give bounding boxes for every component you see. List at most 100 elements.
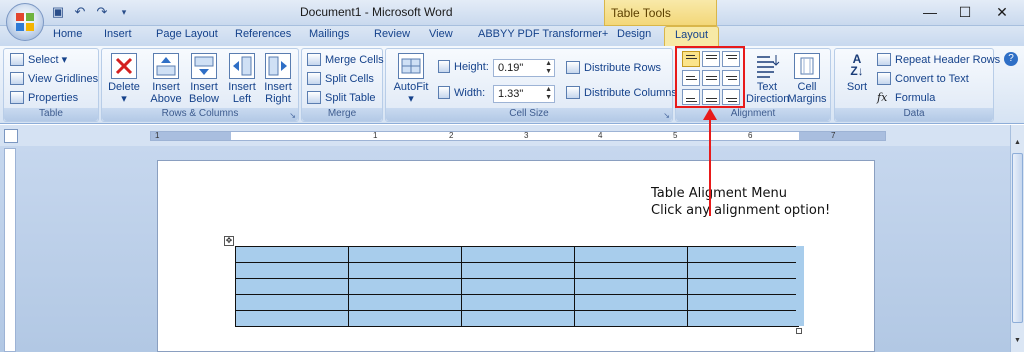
merge-cells-button[interactable]: Merge Cells bbox=[307, 53, 384, 66]
insert-right-button[interactable]: Insert Right bbox=[260, 53, 296, 105]
scroll-up-icon[interactable]: ▲ bbox=[1012, 139, 1023, 151]
scrollbar-thumb[interactable] bbox=[1012, 153, 1023, 323]
height-label: Height: bbox=[438, 60, 489, 73]
vertical-scrollbar[interactable]: ▲ ▼ bbox=[1010, 125, 1024, 352]
tab-mailings[interactable]: Mailings bbox=[309, 28, 349, 40]
delete-button[interactable]: Delete ▾ bbox=[106, 53, 142, 105]
horizontal-ruler[interactable]: 1 1 2 3 4 5 6 7 bbox=[150, 131, 886, 141]
dialog-launcher-icon[interactable]: ↘ bbox=[289, 111, 296, 120]
insert-above-button[interactable]: Insert Above bbox=[148, 53, 184, 105]
table-row bbox=[235, 278, 799, 295]
tab-insert[interactable]: Insert bbox=[104, 28, 132, 40]
table-cell[interactable] bbox=[348, 294, 462, 311]
customize-qat-icon[interactable]: ▾ bbox=[116, 4, 132, 20]
convert-to-text-button[interactable]: Convert to Text bbox=[877, 72, 969, 85]
cell-margins-icon bbox=[794, 53, 820, 79]
autofit-icon bbox=[398, 53, 424, 79]
table-cell[interactable] bbox=[574, 246, 688, 263]
table-cell[interactable] bbox=[687, 262, 799, 279]
column-width-icon bbox=[438, 86, 450, 99]
table-cell[interactable] bbox=[687, 310, 799, 327]
table-cell[interactable] bbox=[348, 310, 462, 327]
table-row bbox=[235, 262, 799, 279]
office-button[interactable] bbox=[6, 3, 44, 41]
split-table-button[interactable]: Split Table bbox=[307, 91, 376, 104]
width-input[interactable]: 1.33" ▲ ▼ bbox=[493, 85, 555, 103]
table-cell[interactable] bbox=[687, 246, 799, 263]
tab-view[interactable]: View bbox=[429, 28, 453, 40]
table-cell[interactable] bbox=[687, 278, 799, 295]
table-cell[interactable] bbox=[687, 294, 799, 311]
view-gridlines-button[interactable]: View Gridlines bbox=[10, 72, 98, 85]
ribbon: Select ▾ View Gridlines Properties Table… bbox=[0, 46, 1024, 124]
split-table-icon bbox=[307, 91, 321, 104]
group-label-merge: Merge bbox=[302, 108, 382, 121]
insert-left-button[interactable]: Insert Left bbox=[224, 53, 260, 105]
insert-below-button[interactable]: Insert Below bbox=[186, 53, 222, 105]
table-cell[interactable] bbox=[574, 294, 688, 311]
merge-cells-icon bbox=[307, 53, 321, 66]
repeat-header-rows-button[interactable]: Repeat Header Rows bbox=[877, 53, 1000, 66]
text-direction-button[interactable]: Text Direction bbox=[746, 53, 789, 105]
tab-home[interactable]: Home bbox=[53, 28, 82, 40]
table-cell[interactable] bbox=[574, 310, 688, 327]
tab-references[interactable]: References bbox=[235, 28, 291, 40]
properties-icon bbox=[10, 91, 24, 104]
table-cell[interactable] bbox=[461, 310, 575, 327]
tab-page-layout[interactable]: Page Layout bbox=[156, 28, 218, 40]
dialog-launcher-icon[interactable]: ↘ bbox=[663, 111, 670, 120]
quick-access-toolbar: ▣ ↶ ↷ ▾ bbox=[50, 4, 132, 20]
insert-below-icon bbox=[191, 53, 217, 79]
table-cell[interactable] bbox=[348, 246, 462, 263]
table-cell[interactable] bbox=[574, 262, 688, 279]
formula-button[interactable]: fx Formula bbox=[877, 91, 935, 104]
table-resize-handle-icon[interactable] bbox=[796, 328, 802, 334]
office-logo-icon bbox=[16, 13, 34, 31]
table-cell[interactable] bbox=[235, 310, 349, 327]
table-cell[interactable] bbox=[235, 246, 349, 263]
properties-button[interactable]: Properties bbox=[10, 91, 78, 104]
table-cell[interactable] bbox=[461, 246, 575, 263]
distribute-rows-button[interactable]: Distribute Rows bbox=[566, 61, 661, 74]
tab-layout[interactable]: Layout bbox=[664, 26, 720, 46]
help-icon[interactable]: ? bbox=[1004, 52, 1018, 66]
autofit-button[interactable]: AutoFit ▾ bbox=[390, 53, 432, 105]
select-button[interactable]: Select ▾ bbox=[10, 53, 67, 66]
minimize-button[interactable]: — bbox=[920, 4, 940, 20]
table-cell[interactable] bbox=[348, 278, 462, 295]
group-table: Select ▾ View Gridlines Properties Table bbox=[3, 48, 99, 122]
row-height-icon bbox=[438, 60, 450, 73]
redo-icon[interactable]: ↷ bbox=[94, 4, 110, 20]
height-spinner-icon[interactable]: ▲ ▼ bbox=[545, 60, 552, 76]
width-spinner-icon[interactable]: ▲ ▼ bbox=[545, 86, 552, 102]
scroll-down-icon[interactable]: ▼ bbox=[1012, 337, 1023, 349]
table-cell[interactable] bbox=[461, 278, 575, 295]
vertical-ruler[interactable] bbox=[4, 148, 16, 352]
table-cell[interactable] bbox=[235, 278, 349, 295]
sort-button[interactable]: A Z↓ Sort bbox=[839, 53, 875, 93]
table-cell[interactable] bbox=[461, 294, 575, 311]
table-cell[interactable] bbox=[235, 294, 349, 311]
group-merge: Merge Cells Split Cells Split Table Merg… bbox=[301, 48, 384, 122]
tab-review[interactable]: Review bbox=[374, 28, 410, 40]
table-cell[interactable] bbox=[235, 262, 349, 279]
maximize-button[interactable]: ☐ bbox=[955, 4, 975, 21]
cell-margins-button[interactable]: Cell Margins bbox=[786, 53, 828, 105]
tab-selector-icon[interactable] bbox=[4, 129, 18, 143]
save-icon[interactable]: ▣ bbox=[50, 4, 66, 20]
close-button[interactable]: ✕ bbox=[992, 4, 1012, 21]
table-cell[interactable] bbox=[574, 278, 688, 295]
insert-right-icon bbox=[265, 53, 291, 79]
undo-icon[interactable]: ↶ bbox=[72, 4, 88, 20]
table-move-handle-icon[interactable]: ✥ bbox=[224, 236, 234, 246]
table-cell[interactable] bbox=[461, 262, 575, 279]
height-input[interactable]: 0.19" ▲ ▼ bbox=[493, 59, 555, 77]
split-cells-button[interactable]: Split Cells bbox=[307, 72, 374, 85]
distribute-columns-button[interactable]: Distribute Columns bbox=[566, 86, 677, 99]
window-title: Document1 - Microsoft Word bbox=[300, 5, 453, 19]
document-table[interactable] bbox=[235, 246, 799, 327]
table-cell[interactable] bbox=[348, 262, 462, 279]
tab-design[interactable]: Design bbox=[617, 28, 651, 40]
tab-abbyy[interactable]: ABBYY PDF Transformer+ bbox=[478, 28, 608, 40]
distribute-rows-icon bbox=[566, 61, 580, 74]
